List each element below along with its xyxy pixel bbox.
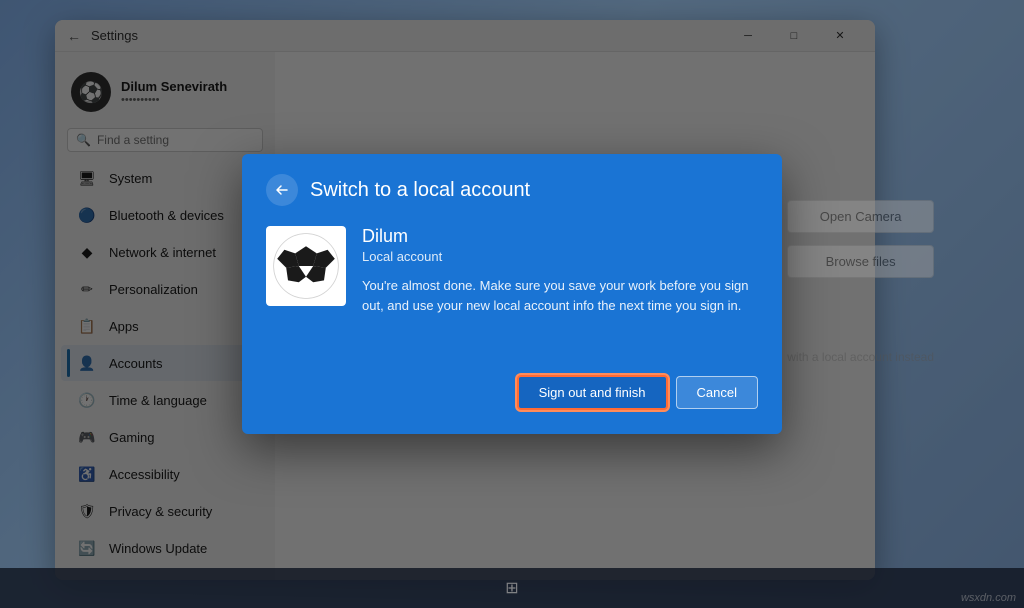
cancel-button[interactable]: Cancel (676, 376, 758, 409)
modal-description: You're almost done. Make sure you save y… (362, 276, 758, 315)
modal-user-info: Dilum Local account You're almost done. … (362, 226, 758, 315)
modal-profile: Dilum Local account You're almost done. … (266, 226, 758, 315)
modal-avatar (266, 226, 346, 306)
modal-header: Switch to a local account (242, 154, 782, 218)
modal-footer: Sign out and finish Cancel (242, 359, 782, 434)
modal-user-type: Local account (362, 249, 758, 264)
modal-back-button[interactable] (266, 174, 298, 206)
modal-body: Dilum Local account You're almost done. … (242, 218, 782, 359)
modal-title: Switch to a local account (310, 179, 530, 202)
switch-local-account-dialog: Switch to a local account (242, 154, 782, 434)
modal-overlay: Switch to a local account (0, 0, 1024, 608)
sign-out-and-finish-button[interactable]: Sign out and finish (517, 375, 668, 410)
modal-user-name: Dilum (362, 226, 758, 247)
